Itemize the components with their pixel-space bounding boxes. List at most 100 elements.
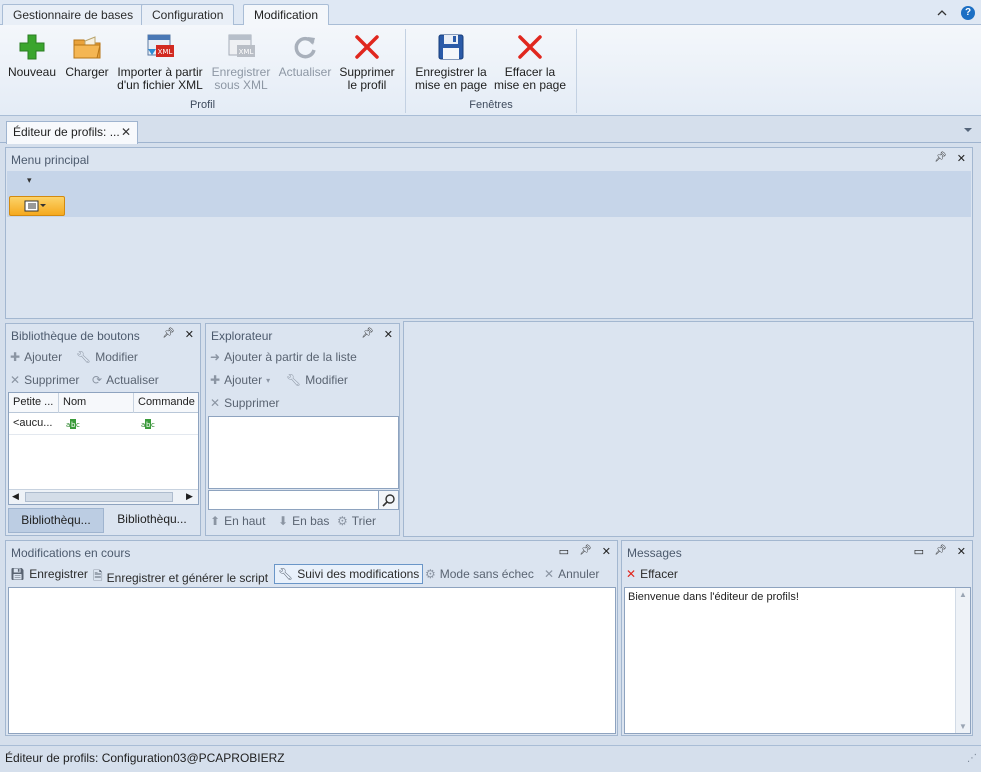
panel-controls: 📌︎ ✕ <box>934 152 966 165</box>
delete-x-icon <box>351 31 383 63</box>
tab-gestionnaire-de-bases[interactable]: Gestionnaire de bases <box>2 4 145 26</box>
close-tab-icon[interactable]: ✕ <box>121 122 131 143</box>
search-icon <box>382 494 395 507</box>
enregistrer-script-button[interactable]: 🗎 Enregistrer et générer le script <box>93 567 268 588</box>
customize-arrow-icon[interactable]: ▾ <box>27 175 32 186</box>
horizontal-scrollbar[interactable]: ◀ ▶ <box>9 489 198 504</box>
suivi-modifications-button[interactable]: 🔧︎ Suivi des modifications <box>274 564 424 584</box>
supprimer-button[interactable]: ✕ Supprimer <box>210 396 279 410</box>
enregistrer-sous-xml-button[interactable]: XML Enregistrer sous XML <box>210 31 272 92</box>
enregistrer-button[interactable]: 💾︎ Enregistrer <box>10 567 88 581</box>
menu-strip: ▾ <box>7 171 971 217</box>
messages-log[interactable]: Bienvenue dans l'éditeur de profils! ▲ ▼ <box>624 587 971 734</box>
modifications-panel: Modifications en cours ▭ 📌︎ ✕ 💾︎ Enregist… <box>5 540 618 736</box>
charger-button[interactable]: Charger <box>62 31 112 79</box>
en-haut-button[interactable]: ⬆ En haut <box>210 514 265 528</box>
message-text: Bienvenue dans l'éditeur de profils! <box>628 591 799 603</box>
pin-icon[interactable]: 📌︎ <box>162 328 175 341</box>
ajouter-button[interactable]: ✚ Ajouter <box>10 350 62 364</box>
delete-x-icon: ✕ <box>626 567 637 581</box>
cell: <aucu... <box>13 417 53 429</box>
document-tab[interactable]: Éditeur de profils: ... ✕ <box>6 121 138 144</box>
ribbon: Nouveau Charger XML Importer à partir d'… <box>0 25 981 116</box>
annuler-button[interactable]: ✕ Annuler <box>544 567 599 581</box>
en-bas-button[interactable]: ⬇ En bas <box>278 514 329 528</box>
group-separator <box>576 29 577 113</box>
menu-dropdown-button[interactable] <box>9 196 65 216</box>
folder-open-icon <box>71 31 103 63</box>
enregistrer-mise-en-page-button[interactable]: Enregistrer la mise en page <box>413 31 489 92</box>
pin-icon[interactable]: 📌︎ <box>934 152 947 165</box>
actualiser-button[interactable]: ⟳ Actualiser <box>92 373 159 387</box>
nouveau-button[interactable]: Nouveau <box>6 31 58 79</box>
group-label-fenetres: Fenêtres <box>469 99 513 111</box>
explorer-tree[interactable] <box>208 416 399 489</box>
search-field[interactable] <box>208 490 399 510</box>
modifications-list[interactable] <box>8 587 616 734</box>
import-xml-icon: XML <box>144 31 176 63</box>
collapse-ribbon-icon[interactable] <box>937 9 947 17</box>
actualiser-button[interactable]: Actualiser <box>276 31 334 79</box>
column-header[interactable]: Nom <box>63 396 86 408</box>
effacer-mep-label-2: mise en page <box>493 78 567 92</box>
pin-icon[interactable]: 📌︎ <box>934 545 947 558</box>
panel-title: Explorateur <box>211 329 273 343</box>
enregistrer-label: Enregistrer <box>29 567 88 581</box>
modifier-label: Modifier <box>305 373 348 387</box>
mode-sans-echec-button[interactable]: ⚙ Mode sans échec <box>425 567 534 581</box>
save-xml-icon: XML <box>225 31 257 63</box>
resize-grip-icon[interactable]: ⋰ <box>967 746 977 771</box>
scrollbar-thumb[interactable] <box>25 492 173 502</box>
plus-icon <box>16 31 48 63</box>
maximize-icon[interactable]: ▭ <box>914 545 924 558</box>
close-icon[interactable]: ✕ <box>185 328 194 341</box>
supprimer-label: Supprimer <box>24 373 80 387</box>
pin-icon[interactable]: 📌︎ <box>361 328 374 341</box>
trier-button[interactable]: ⚙ Trier <box>337 514 376 528</box>
svg-text:XML: XML <box>158 48 173 56</box>
charger-label: Charger <box>65 65 109 79</box>
tab-list-dropdown-icon[interactable] <box>963 127 973 133</box>
scroll-up-icon[interactable]: ▲ <box>959 590 967 599</box>
effacer-button[interactable]: ✕ Effacer <box>626 567 678 581</box>
search-button[interactable] <box>378 491 398 509</box>
gear-icon: ⚙ <box>425 567 436 581</box>
ajouter-liste-button[interactable]: ➜ Ajouter à partir de la liste <box>210 350 357 364</box>
close-icon[interactable]: ✕ <box>384 328 393 341</box>
panel-title: Modifications en cours <box>11 546 131 560</box>
effacer-mise-en-page-button[interactable]: Effacer la mise en page <box>492 31 568 92</box>
bottom-tab-2[interactable]: Bibliothèqu... <box>105 508 199 533</box>
scroll-right-icon[interactable]: ▶ <box>186 491 193 502</box>
modifier-button[interactable]: 🔧︎ Modifier <box>286 373 348 387</box>
importer-xml-button[interactable]: XML Importer à partir d'un fichier XML <box>114 31 206 92</box>
ajouter-button[interactable]: ✚ Ajouter ▾ <box>210 373 270 387</box>
supprimer-profil-button[interactable]: Supprimer le profil <box>337 31 397 92</box>
scroll-down-icon[interactable]: ▼ <box>959 722 967 731</box>
help-icon[interactable]: ? <box>961 6 975 20</box>
close-icon[interactable]: ✕ <box>602 545 611 558</box>
delete-x-icon: ✕ <box>10 373 21 387</box>
vertical-scrollbar[interactable]: ▲ ▼ <box>955 588 970 733</box>
wrench-icon: 🔧︎ <box>278 567 294 581</box>
delete-x-icon: ✕ <box>210 396 221 410</box>
enregistrer-mep-label-2: mise en page <box>414 78 488 92</box>
modifier-button[interactable]: 🔧︎ Modifier <box>76 350 138 364</box>
bottom-tab-1[interactable]: Bibliothèqu... <box>8 508 104 533</box>
table-row[interactable]: <aucu... abc abc <box>9 413 198 435</box>
close-icon[interactable]: ✕ <box>957 545 966 558</box>
column-divider <box>133 393 134 413</box>
maximize-icon[interactable]: ▭ <box>559 545 569 558</box>
scroll-left-icon[interactable]: ◀ <box>12 491 19 502</box>
column-header[interactable]: Petite ... <box>13 396 53 408</box>
tab-modification[interactable]: Modification <box>243 4 330 26</box>
close-icon[interactable]: ✕ <box>957 152 966 165</box>
pin-icon[interactable]: 📌︎ <box>579 545 592 558</box>
workspace-area <box>403 321 974 537</box>
ajouter-liste-label: Ajouter à partir de la liste <box>224 350 357 364</box>
supprimer-button[interactable]: ✕ Supprimer <box>10 373 79 387</box>
tab-configuration[interactable]: Configuration <box>141 4 235 26</box>
svg-text:c: c <box>151 421 155 429</box>
panel-title: Menu principal <box>11 153 90 167</box>
menu-list-icon <box>24 200 46 212</box>
column-header[interactable]: Commande <box>138 396 195 408</box>
